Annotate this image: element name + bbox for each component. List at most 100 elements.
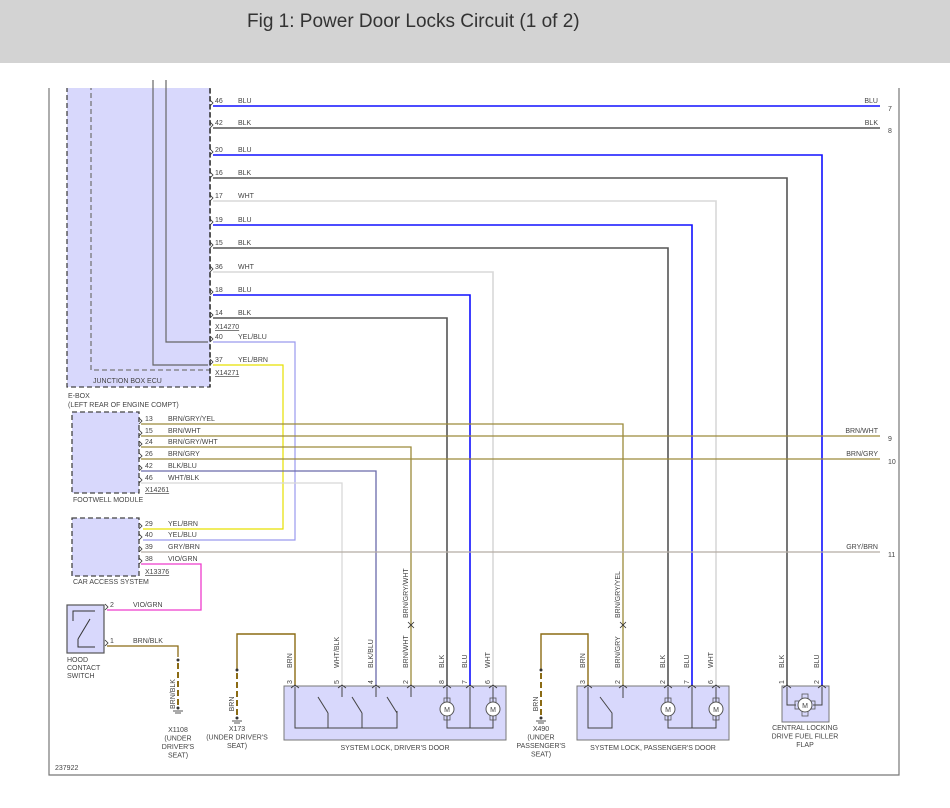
wire-color-label: WHT [485, 651, 492, 668]
pin-number: 19 [215, 217, 223, 224]
motor-label: M [490, 707, 496, 714]
hood-label: CONTACT [67, 665, 101, 672]
pin-number: 40 [145, 532, 153, 539]
pin-number: 24 [145, 439, 153, 446]
pin-number: 15 [145, 428, 153, 435]
wiring-diagram: JUNCTION BOX ECU E-BOX (LEFT REAR OF ENGIN… [48, 63, 900, 776]
pin-number: 2 [814, 680, 821, 684]
ground-location: SEAT) [168, 753, 188, 760]
connector-terminal [209, 171, 214, 179]
wire-color-label: BLK [779, 654, 786, 668]
pin-number: 18 [215, 287, 223, 294]
wire-footwell-46 [141, 482, 343, 686]
wire-color-label: BRN/BLK [170, 679, 177, 709]
pin-number: 7 [462, 680, 469, 684]
wire-color-label: BLK [660, 654, 667, 668]
wire-color-label: BLK/BLU [368, 639, 375, 668]
pin-number: 46 [215, 98, 223, 105]
wire-color-label: BRN [533, 697, 540, 712]
wire-color-label: BLK [238, 170, 252, 177]
wire-color-label: YEL/BRN [238, 357, 268, 364]
wire-color-label: GRY/BRN [168, 544, 200, 551]
ground-location: (UNDER DRIVER'S [206, 735, 268, 742]
connector-terminal [104, 639, 109, 647]
wire-color-label: YEL/BLU [238, 334, 267, 341]
ground-location: (UNDER [527, 735, 554, 742]
connector-terminal [209, 99, 214, 107]
wire-color-label: WHT [238, 193, 255, 200]
connector-id: X14271 [215, 370, 239, 377]
motor-label: M [802, 703, 808, 710]
pin-number: 36 [215, 264, 223, 271]
wire-color-label: BRN/WHT [403, 635, 410, 668]
offpage-reference: 9 [888, 436, 892, 443]
offpage-wire-label: BRN/WHT [845, 428, 878, 435]
wire-jb-16 [213, 177, 788, 686]
passenger-door-label: SYSTEM LOCK, PASSENGER'S DOOR [590, 745, 716, 752]
connector-terminal [138, 557, 143, 565]
motor-label: M [665, 707, 671, 714]
offpage-reference: 10 [888, 459, 896, 466]
wire-color-label: BRN/GRY/YEL [615, 571, 622, 618]
ground-location: (UNDER [164, 736, 191, 743]
pin-number: 1 [110, 638, 114, 645]
splice-dot [235, 716, 239, 720]
wire-color-label: BLK [439, 654, 446, 668]
connector-id: X14261 [145, 487, 169, 494]
connector-id: X13376 [145, 569, 169, 576]
ground-id: X173 [229, 726, 245, 733]
wire-color-label: BRN/GRY [615, 636, 622, 668]
wire-jb-15 [213, 247, 669, 686]
wire-color-label: BRN/GRY/WHT [403, 568, 410, 618]
pin-number: 14 [215, 310, 223, 317]
pin-number: 8 [439, 680, 446, 684]
wire-color-label: WHT [238, 264, 255, 271]
wire-color-label: BLU [238, 217, 252, 224]
ebox-location-label: (LEFT REAR OF ENGINE COMPT) [68, 402, 179, 409]
splice-dot [539, 668, 543, 672]
wire-color-label: BRN/GRY/YEL [168, 416, 215, 423]
wire-color-label: BRN/WHT [168, 428, 201, 435]
hood-label: HOOD [67, 657, 88, 664]
splice-dot [539, 716, 543, 720]
wire-color-label: WHT [708, 651, 715, 668]
wire-color-label: WHT/BLK [168, 475, 199, 482]
ground-id: X1108 [168, 727, 188, 734]
offpage-wire-label: BRN/GRY [846, 451, 878, 458]
wire-color-label: BLU [684, 654, 691, 668]
frame-mask [49, 63, 219, 88]
diagram-id: 237922 [55, 765, 78, 772]
connector-terminal [138, 533, 143, 541]
wire-color-label: BLU [462, 654, 469, 668]
wire-jb-20 [213, 154, 823, 686]
pin-number: 3 [580, 680, 587, 684]
driver-door-lock [283, 685, 507, 741]
pin-number: 3 [287, 680, 294, 684]
offpage-wire-label: BLK [865, 120, 879, 127]
hood-label: SWITCH [67, 673, 95, 680]
offpage-wire-label: GRY/BRN [846, 544, 878, 551]
pin-number: 2 [615, 680, 622, 684]
offpage-reference: 7 [888, 106, 892, 113]
connector-terminal [138, 452, 143, 460]
wire-jb-14 [213, 317, 448, 686]
wire-color-label: BRN/BLK [133, 638, 163, 645]
offpage-reference: 8 [888, 128, 892, 135]
pin-number: 2 [403, 680, 410, 684]
wire-color-label: BLK [238, 240, 252, 247]
pin-number: 46 [145, 475, 153, 482]
pin-number: 1 [779, 680, 786, 684]
pin-number: 39 [145, 544, 153, 551]
splice-dot [235, 668, 239, 672]
wire-color-label: YEL/BLU [168, 532, 197, 539]
wire-jb-17 [213, 200, 717, 686]
ground-location: SEAT) [531, 752, 551, 759]
connector-terminal [138, 476, 143, 484]
pin-number: 7 [684, 680, 691, 684]
wire-color-label: BRN/GRY [168, 451, 200, 458]
wire-color-label: VIO/GRN [133, 602, 163, 609]
wire-color-label: YEL/BRN [168, 521, 198, 528]
wire-color-label: BLU [238, 287, 252, 294]
pin-number: 6 [485, 680, 492, 684]
passenger-door-lock [576, 685, 730, 741]
